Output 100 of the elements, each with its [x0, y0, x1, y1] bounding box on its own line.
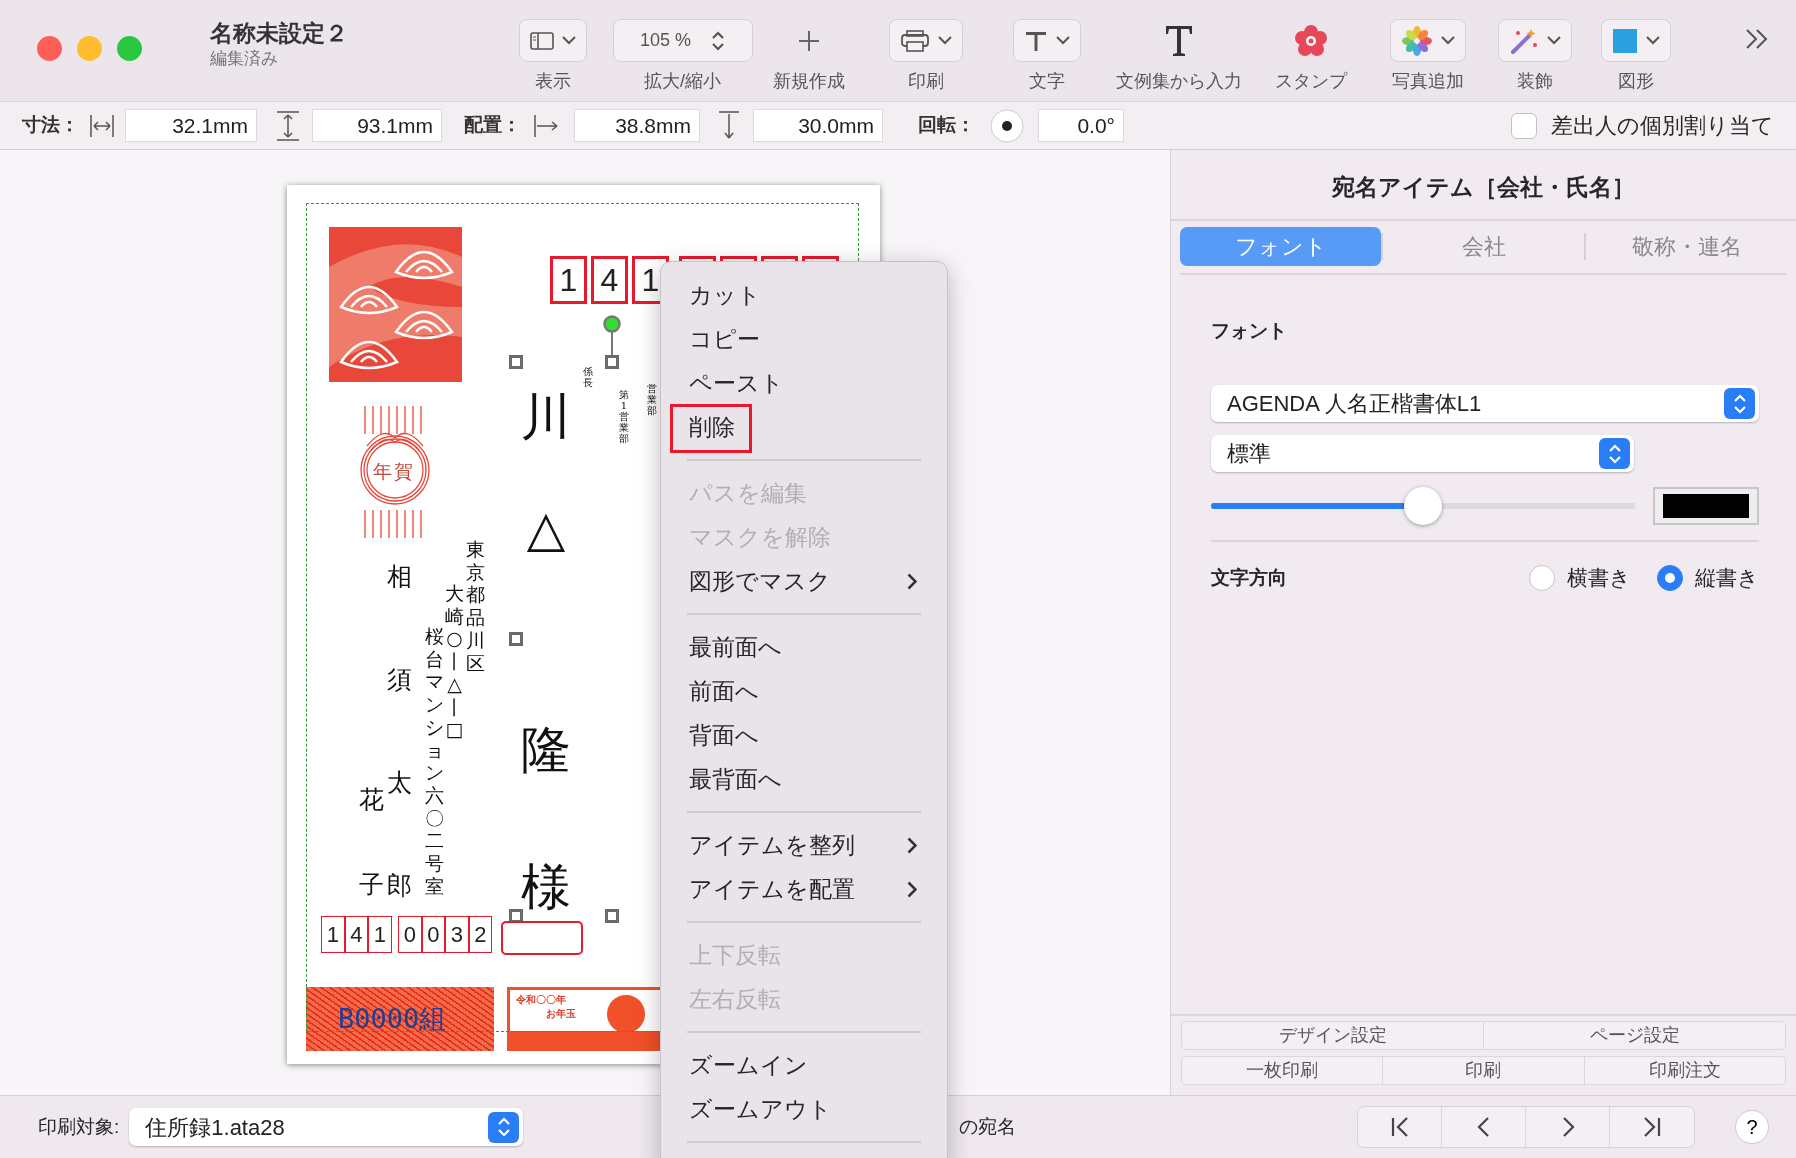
section-label: フォント — [1211, 318, 1288, 343]
rotation-field[interactable]: 0.0° — [1038, 109, 1124, 142]
print-target-value: 住所録1.ata28 — [145, 1113, 285, 1142]
panel-button[interactable]: 印刷注文 — [1584, 1057, 1785, 1084]
menu-item[interactable]: 図形でマスク — [661, 559, 947, 603]
sender-postal-code-box: 2 — [468, 916, 492, 953]
decoration-dropdown[interactable] — [1498, 19, 1572, 62]
sender-postal-code-box: 4 — [344, 916, 368, 953]
print-target-label: 印刷対象: — [38, 1114, 120, 1139]
sender-postal-code-box: 1 — [368, 916, 392, 953]
menu-item[interactable]: コピー — [661, 317, 947, 361]
honorific: 様 — [521, 857, 571, 918]
width-field[interactable]: 32.1mm — [125, 109, 257, 142]
y-position-field[interactable]: 30.0mm — [753, 109, 883, 142]
chevron-down-icon — [1645, 36, 1660, 45]
sender-address: 東京都品川区 — [466, 538, 485, 675]
font-popup[interactable]: AGENDA 人名正楷書体L1 — [1211, 385, 1759, 422]
recipient-department: 営業部 — [647, 383, 657, 416]
postal-code-box: 4 — [591, 256, 628, 304]
lottery-prize-text: お年玉 — [546, 1007, 576, 1021]
menu-item[interactable]: アイテムを配置 — [661, 867, 947, 911]
stepper-arrows-icon[interactable] — [711, 29, 725, 52]
panel-button[interactable]: デザイン設定 — [1182, 1022, 1484, 1049]
toolbar-label: 表示 — [535, 70, 571, 93]
view-dropdown[interactable] — [519, 19, 587, 62]
print-target-suffix: の宛名 — [959, 1114, 1017, 1139]
menu-item[interactable]: 最背面へ — [661, 757, 947, 801]
radio-button[interactable] — [1657, 564, 1683, 591]
up-down-arrows-icon — [496, 1116, 511, 1138]
sender-postal-code-box: 0 — [398, 916, 422, 953]
sun-icon — [606, 994, 646, 1034]
slider-thumb[interactable] — [1404, 487, 1442, 525]
help-button[interactable]: ? — [1735, 1110, 1769, 1144]
menu-item[interactable]: 背面へ — [661, 713, 947, 757]
sender-name: 相須太郎 — [387, 561, 412, 900]
nenga-mark-text: 年賀 — [373, 460, 415, 484]
color-well[interactable] — [1653, 487, 1759, 525]
panel-button[interactable]: 一枚印刷 — [1182, 1057, 1384, 1084]
toolbar-label: スタンプ — [1274, 70, 1347, 93]
sender-postal-code-box: 0 — [421, 916, 445, 953]
menu-item[interactable]: 削除 — [661, 405, 947, 449]
radio-button[interactable] — [1529, 564, 1555, 591]
square-icon — [1611, 27, 1638, 54]
print-target-popup[interactable]: 住所録1.ata28 — [129, 1108, 524, 1146]
resize-handle[interactable] — [509, 632, 523, 646]
x-position-field[interactable]: 38.8mm — [574, 109, 700, 142]
toolbar-label: 新規作成 — [772, 70, 845, 93]
radio-label: 縦書き — [1695, 565, 1759, 591]
chevron-down-icon — [562, 36, 576, 45]
toolbar-label: 装飾 — [1517, 70, 1553, 93]
style-popup[interactable]: 標準 — [1211, 435, 1634, 472]
sender-assign-label: 差出人の個別割り当て — [1551, 112, 1774, 140]
toolbar-label: 図形 — [1617, 70, 1654, 93]
rotation-handle[interactable] — [603, 315, 621, 357]
serif-text-icon — [1164, 23, 1194, 58]
photo-dropdown[interactable] — [1390, 19, 1466, 62]
width-icon — [89, 112, 115, 139]
plus-icon — [796, 28, 821, 53]
flower-icon — [1293, 23, 1328, 58]
close-button[interactable] — [37, 36, 62, 61]
shape-dropdown[interactable] — [1600, 19, 1671, 62]
print-dropdown[interactable] — [889, 19, 963, 62]
chevron-down-icon — [1055, 36, 1070, 45]
toolbar-label: 印刷 — [908, 70, 944, 93]
sender-assign-checkbox[interactable] — [1511, 112, 1537, 139]
menu-item[interactable]: ズームイン — [661, 1043, 947, 1087]
window-title: 名称未設定２ — [210, 20, 349, 48]
sidebar-icon — [530, 31, 554, 50]
menu-item[interactable]: 前面へ — [661, 669, 947, 713]
radio-label: 横書き — [1567, 565, 1631, 591]
menu-item[interactable]: 最前面へ — [661, 625, 947, 669]
size-label: 寸法： — [22, 113, 79, 138]
toolbar-label: 文字 — [1028, 70, 1065, 93]
resize-handle[interactable] — [605, 909, 619, 923]
font-name: AGENDA 人名正楷書体L1 — [1227, 390, 1482, 418]
panel-button[interactable]: 印刷 — [1383, 1057, 1585, 1084]
chevron-down-icon — [938, 36, 952, 45]
printer-icon — [900, 28, 930, 53]
zoom-stepper[interactable]: 105 % — [612, 19, 753, 62]
resize-handle[interactable] — [509, 355, 523, 369]
sender-address: 大崎○丨△丨□ — [445, 582, 464, 741]
menu-item[interactable]: ペースト — [661, 361, 947, 405]
menu-item[interactable]: ズームアウト — [661, 1087, 947, 1131]
menu-item[interactable]: アイテムを整列 — [661, 823, 947, 867]
resize-handle[interactable] — [605, 355, 619, 369]
zoom-value: 105 % — [639, 29, 691, 52]
rotation-dial-icon — [989, 107, 1025, 144]
text-dropdown[interactable] — [1012, 19, 1081, 62]
overflow-chevron-icon[interactable] — [1744, 28, 1770, 50]
rotation-label: 回転： — [918, 113, 975, 138]
panel-button[interactable]: ページ設定 — [1484, 1022, 1785, 1049]
photos-icon — [1401, 24, 1433, 57]
toolbar-label: 拡大/縮小 — [644, 70, 721, 93]
sender-name: 花子 — [359, 784, 384, 899]
recipient-family-name: 川△ — [521, 387, 571, 560]
lottery-era-text: 令和〇〇年 — [516, 993, 566, 1007]
chevron-down-icon — [1547, 36, 1561, 45]
panel-title: 宛名アイテム［会社・氏名］ — [1171, 150, 1796, 221]
height-field[interactable]: 93.1mm — [312, 109, 442, 142]
sender-postal-code-box: 1 — [321, 916, 345, 953]
